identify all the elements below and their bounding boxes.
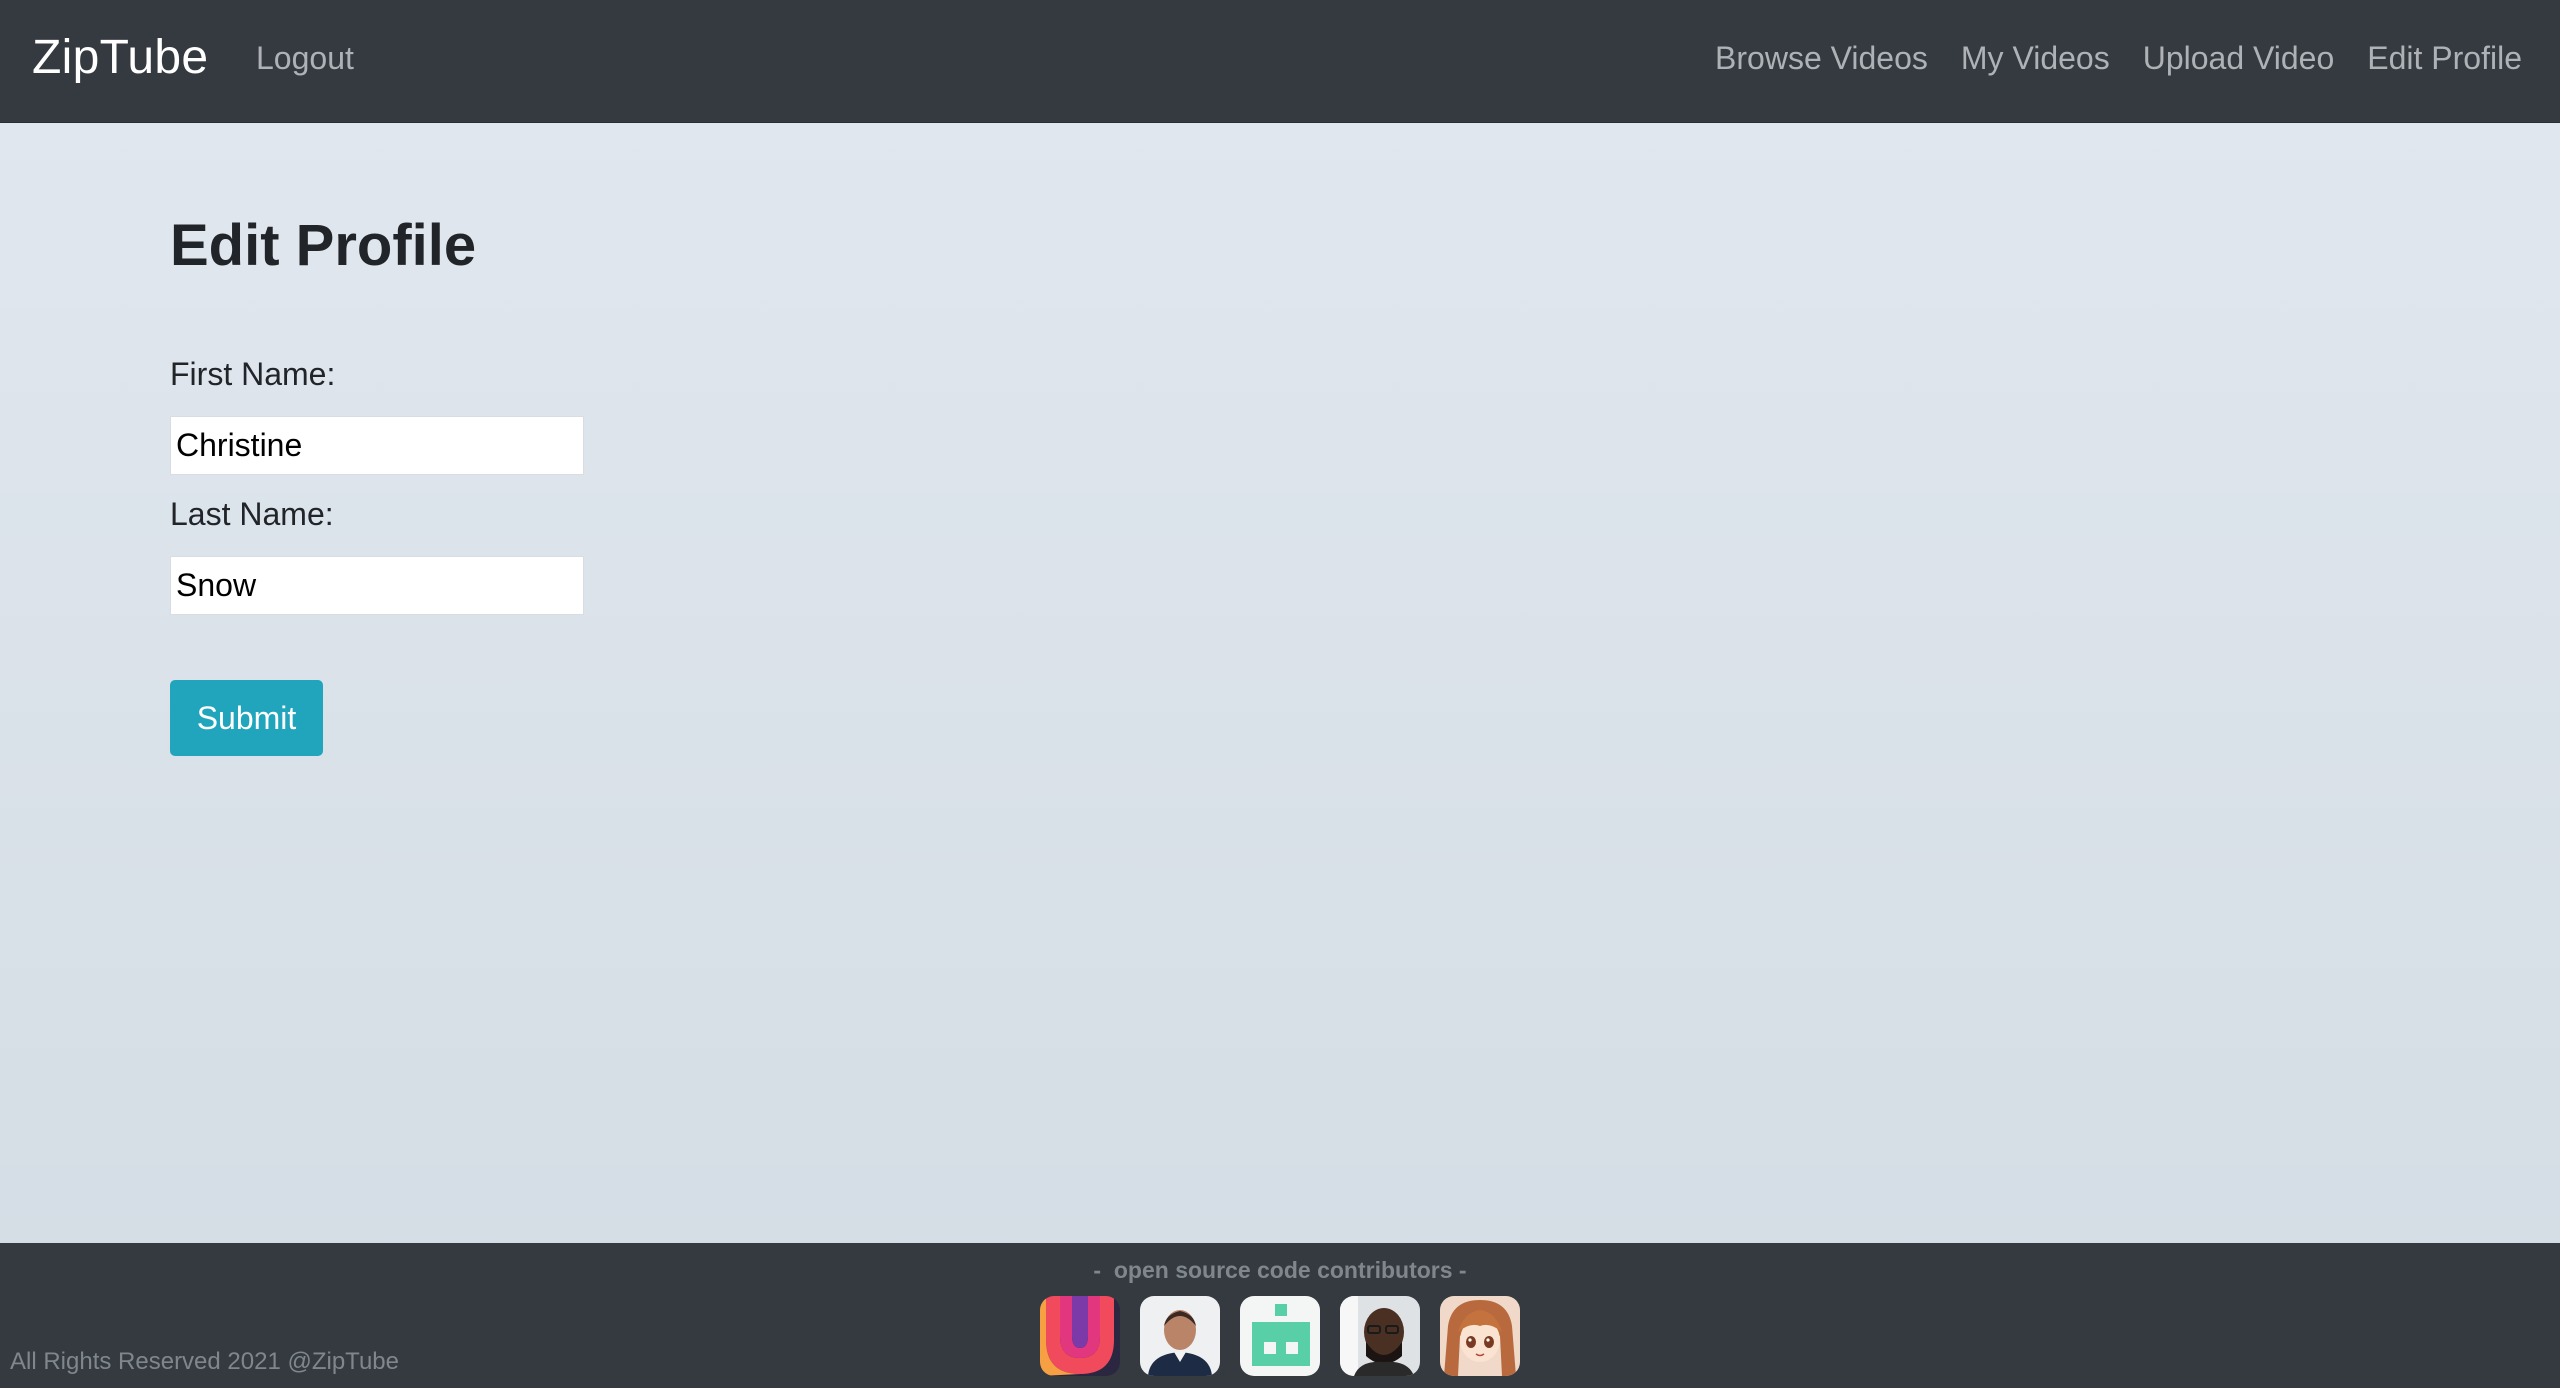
- contributors-list: [1040, 1296, 1520, 1376]
- last-name-label: Last Name:: [170, 496, 334, 532]
- logout-link[interactable]: Logout: [256, 38, 354, 78]
- contributor-avatar-2[interactable]: [1140, 1296, 1220, 1376]
- contributors-title: - open source code contributors -: [1093, 1257, 1467, 1283]
- page-footer: - open source code contributors - All Ri…: [0, 1243, 2560, 1388]
- nav-browse-videos[interactable]: Browse Videos: [1715, 38, 1928, 78]
- nav-upload-video[interactable]: Upload Video: [2143, 38, 2335, 78]
- contributor-avatar-4[interactable]: [1340, 1296, 1420, 1376]
- copyright-text: All Rights Reserved 2021 @ZipTube: [10, 1348, 399, 1375]
- edit-profile-form: Edit Profile First Name: Last Name: Subm…: [170, 210, 584, 756]
- contributor-avatar-1[interactable]: [1040, 1296, 1120, 1376]
- top-navbar: ZipTube Logout Browse Videos My Videos U…: [0, 0, 2560, 123]
- page-title: Edit Profile: [170, 213, 477, 278]
- first-name-label: First Name:: [170, 356, 336, 392]
- first-name-input[interactable]: [170, 416, 584, 475]
- brand-logo[interactable]: ZipTube: [32, 28, 208, 88]
- main-nav: Browse Videos My Videos Upload Video Edi…: [1715, 38, 2522, 78]
- submit-button[interactable]: Submit: [170, 680, 323, 756]
- nav-edit-profile[interactable]: Edit Profile: [2367, 38, 2522, 78]
- nav-my-videos[interactable]: My Videos: [1961, 38, 2110, 78]
- contributor-avatar-3[interactable]: [1240, 1296, 1320, 1376]
- last-name-input[interactable]: [170, 556, 584, 615]
- contributor-avatar-5[interactable]: [1440, 1296, 1520, 1376]
